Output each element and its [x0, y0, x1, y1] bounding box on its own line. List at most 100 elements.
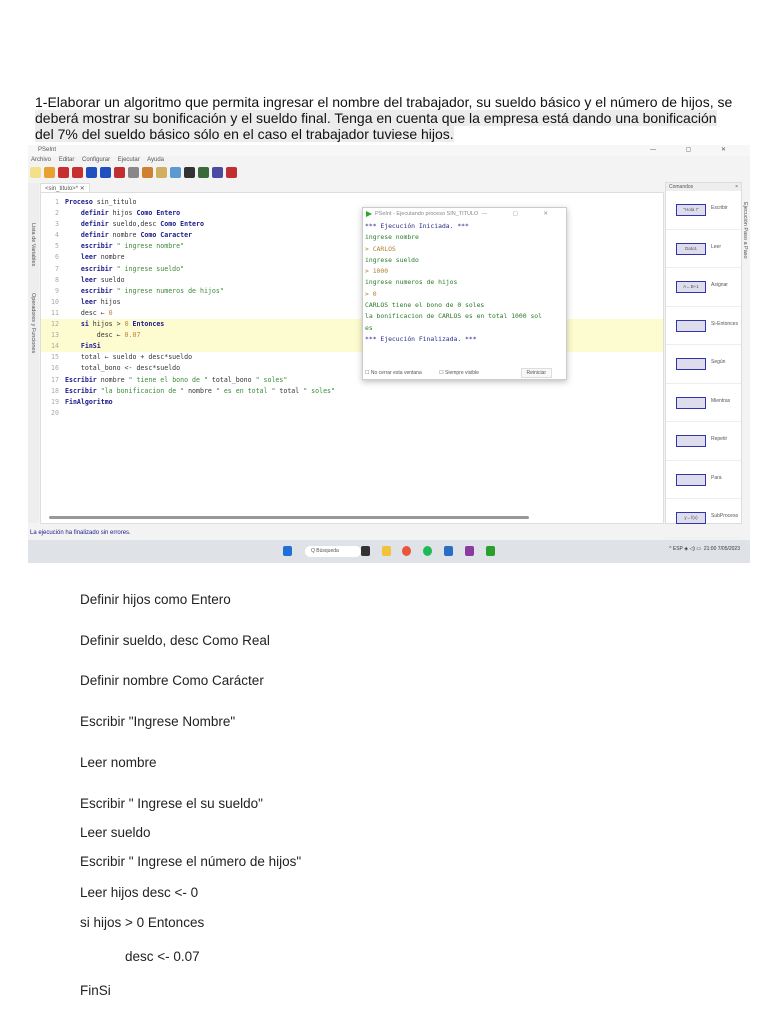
code-line: 12 si hijos > 0 Entonces — [41, 319, 663, 331]
code-token: Como Entero — [136, 209, 181, 218]
flowchart-block-icon — [676, 319, 706, 332]
code-editor[interactable]: 1 Proceso sin_titulo 2 definir hijos Como … — [40, 192, 664, 524]
command-leer[interactable]: Dato1 Leer — [666, 230, 741, 268]
save-icon[interactable] — [58, 167, 69, 178]
code-line: 18 Escribir "la bonificacion de " nombre … — [41, 386, 663, 397]
command-label: Escribir — [711, 205, 728, 211]
run-app-icon[interactable] — [486, 546, 495, 556]
search-icon[interactable] — [170, 167, 181, 178]
command-label: Si-Entonces — [711, 320, 738, 327]
variables-tab[interactable]: Lista de Variables — [30, 223, 36, 266]
system-tray[interactable]: ^ ESP ◈ ◁) ▭ 21:00 7/05/2023 — [669, 546, 740, 552]
code-token: leer — [65, 297, 101, 306]
flowchart-block-icon — [676, 473, 706, 486]
line-number: 19 — [51, 397, 59, 406]
word-icon[interactable] — [444, 546, 453, 556]
command-mientras[interactable]: Mientras — [666, 384, 741, 422]
command-repetir[interactable]: Repetir — [666, 422, 741, 461]
redo-icon[interactable] — [100, 167, 111, 178]
answer-line: desc <- 0.07 — [125, 949, 200, 964]
answer-line: Leer hijos desc <- 0 — [80, 885, 199, 900]
copy-icon[interactable] — [128, 167, 139, 178]
status-message: La ejecución ha finalizado sin errores. — [30, 530, 131, 536]
menu-archivo[interactable]: Archivo — [31, 157, 51, 163]
menu-editar[interactable]: Editar — [59, 157, 75, 163]
command-label: Mientras — [711, 397, 731, 404]
undo-icon[interactable] — [86, 167, 97, 178]
always-visible-checkbox[interactable]: ☐ Siempre visible — [439, 370, 487, 376]
save-as-icon[interactable] — [72, 167, 83, 178]
line-number: 14 — [51, 342, 59, 351]
line-number: 16 — [51, 364, 59, 373]
run-dialog-title: PSeInt - Ejecutando proceso SIN_TITULO — … — [363, 208, 566, 221]
restart-button[interactable]: Reiniciar — [520, 368, 552, 378]
dialog-controls[interactable]: — ▢ ✕ — [482, 208, 560, 221]
flowchart-icon[interactable] — [212, 167, 223, 178]
code-token: " ingrese numeros de hijos" — [116, 286, 224, 295]
code-token: sin_titulo — [96, 198, 137, 206]
output-line: ingrese numeros de hijos — [365, 278, 458, 287]
taskbar-search[interactable]: Q Búsqueda — [305, 546, 361, 557]
cut-icon[interactable] — [114, 167, 125, 178]
code-token: total ← sueldo + desc*sueldo — [65, 353, 193, 362]
flowchart-block-icon — [676, 396, 706, 409]
close-icon[interactable]: × — [735, 183, 738, 191]
flowchart-block-icon: y←f(x) — [676, 512, 706, 524]
code-lines: 1 Proceso sin_titulo 2 definir hijos Como … — [41, 197, 663, 419]
line-number: 7 — [55, 264, 59, 273]
code-token: 0.07 — [124, 331, 141, 340]
taskview-icon[interactable] — [361, 546, 370, 556]
help-icon[interactable] — [226, 167, 237, 178]
command-subproceso[interactable]: y←f(x) SubProceso — [666, 499, 741, 538]
code-line: 5 escribir " ingrese nombre" — [41, 241, 663, 252]
code-token: total_bono <- desc*sueldo — [65, 364, 181, 373]
pseint-icon[interactable] — [465, 546, 474, 556]
code-token: Como Entero — [160, 220, 204, 229]
spotify-icon[interactable] — [423, 546, 432, 556]
chrome-icon[interactable] — [402, 546, 411, 556]
step-by-step-tab[interactable]: Ejecución Paso a Paso — [742, 202, 748, 259]
step-icon[interactable] — [198, 167, 209, 178]
statement-line: 1-Elaborar un algoritmo que permita ingr… — [35, 94, 733, 110]
code-line: 19 FinAlgoritmo — [41, 397, 663, 408]
command-label: Repetir — [711, 436, 728, 442]
code-token: definir — [65, 209, 113, 218]
line-number: 9 — [55, 286, 59, 295]
indent-icon[interactable] — [156, 167, 167, 178]
no-close-checkbox[interactable]: ☐ No cerrar esta ventana — [365, 370, 430, 376]
code-token: nombre — [184, 386, 216, 395]
paste-icon[interactable] — [142, 167, 153, 178]
answer-line: Escribir " Ingrese el número de hijos" — [80, 854, 302, 869]
code-token: Entonces — [132, 320, 165, 329]
command-escribir[interactable]: "Hola !" Escribir — [666, 191, 741, 230]
new-icon[interactable] — [30, 167, 41, 178]
left-panel: Lista de Variables Operadores y Funcione… — [28, 183, 39, 523]
flowchart-block-icon — [676, 358, 706, 370]
menu-ejecutar[interactable]: Ejecutar — [118, 157, 140, 163]
code-line: 1 Proceso sin_titulo — [41, 197, 663, 208]
menu-ayuda[interactable]: Ayuda — [147, 157, 164, 163]
output-line: la bonificacion de CARLOS es en total 10… — [365, 312, 542, 321]
window-controls[interactable]: — ▢ ✕ — [650, 146, 740, 153]
line-number: 10 — [51, 297, 59, 306]
code-token: FinAlgoritmo — [65, 397, 113, 406]
command-asignar[interactable]: A←B+1 Asignar — [666, 268, 741, 307]
code-token: "la bonificacion de " — [100, 386, 185, 395]
code-line: 9 escribir " ingrese numeros de hijos" — [41, 286, 663, 297]
code-token: Como Caracter — [140, 231, 193, 240]
explorer-icon[interactable] — [382, 546, 391, 556]
run-icon[interactable] — [184, 167, 195, 178]
answer-line: FinSi — [80, 983, 111, 998]
command-si-entonces[interactable]: Si-Entonces — [666, 307, 741, 345]
line-number: 3 — [55, 220, 59, 229]
run-output: *** Ejecución Iniciada. *** ingrese nomb… — [363, 221, 566, 345]
code-token: sueldo,desc — [112, 220, 161, 229]
command-según[interactable]: Según — [666, 345, 741, 384]
open-icon[interactable] — [44, 167, 55, 178]
code-token: nombre — [100, 375, 129, 384]
operators-tab[interactable]: Operadores y Funciones — [30, 293, 36, 353]
windows-start-icon[interactable] — [283, 546, 292, 556]
command-para[interactable]: Para — [666, 461, 741, 499]
menu-configurar[interactable]: Configurar — [82, 157, 110, 163]
horizontal-scrollbar[interactable] — [49, 516, 529, 519]
